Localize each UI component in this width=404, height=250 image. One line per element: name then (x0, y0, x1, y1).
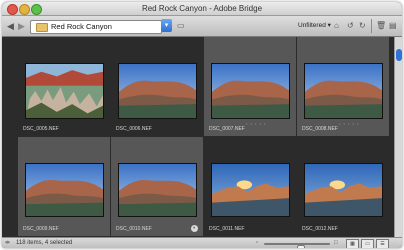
new-folder-icon[interactable]: ▤ (389, 21, 397, 31)
thumbnail-cell[interactable]: DSC_0007.NEF • • • • • (204, 37, 296, 136)
forward-arrow-icon[interactable]: ▶ (18, 21, 25, 31)
thumbnail-larger-icon[interactable]: □ (334, 239, 338, 248)
folder-icon (36, 23, 48, 32)
thumbnail-image[interactable] (211, 163, 290, 217)
thumbnail-cell[interactable]: DSC_0011.NEF (204, 137, 296, 236)
rotate-right-icon[interactable]: ↻ (359, 21, 366, 31)
thumbnail-image[interactable] (25, 63, 104, 119)
thumbnail-image[interactable] (304, 163, 383, 217)
thumbnail-image[interactable] (211, 63, 290, 119)
dropdown-icon: ▾ (164, 22, 169, 29)
thumbnail-filename: DSC_0008.NEF (302, 126, 338, 132)
window-title: Red Rock Canyon - Adobe Bridge (141, 4, 263, 13)
content-panel: DSC_0005.NEF DSC_0006.NEF DSC_0007.NEF • • … (2, 37, 394, 237)
thumbnail-image[interactable] (118, 63, 197, 119)
status-text: 118 items, 4 selected (16, 240, 73, 246)
scrollbar-thumb[interactable] (396, 49, 402, 61)
back-arrow-icon[interactable]: ◀ (7, 21, 14, 31)
thumbnail-smaller-icon[interactable]: ▫ (256, 239, 258, 248)
toolbar-divider (371, 19, 372, 33)
app-window: Red Rock Canyon - Adobe Bridge ◀ ▶ Red R… (2, 2, 402, 248)
recent-folders-icon[interactable]: ▭ (177, 21, 185, 31)
toolbar: ◀ ▶ Red Rock Canyon ▾ ▭ Unfiltered ▾ ⌂ ↺… (2, 16, 402, 37)
grid-view-button[interactable]: ▦ (346, 239, 359, 248)
thumbnail-filename: DSC_0010.NEF (116, 226, 152, 232)
filter-dropdown[interactable]: Unfiltered ▾ (298, 20, 331, 32)
stack-badge-icon[interactable]: ◐ (191, 225, 198, 232)
thumbnail-size-slider[interactable] (264, 243, 330, 248)
thumbnail-cell[interactable]: DSC_0009.NEF (18, 137, 110, 236)
thumbnail-filename: DSC_0011.NEF (209, 226, 245, 232)
thumbnail-filename: DSC_0006.NEF (116, 126, 152, 132)
thumbnail-filename: DSC_0009.NEF (23, 226, 59, 232)
path-field[interactable]: Red Rock Canyon (30, 20, 162, 34)
camera-icon[interactable]: ⌂ (334, 21, 339, 31)
thumbnail-cell[interactable]: DSC_0006.NEF (111, 37, 203, 136)
thumbnail-image[interactable] (118, 163, 197, 217)
thumbnail-filename: DSC_0005.NEF (23, 126, 59, 132)
list-view-button[interactable]: ☰ (376, 239, 389, 248)
panel-toggle-icon[interactable]: ⇹ (5, 239, 10, 248)
rotate-left-icon[interactable]: ↺ (347, 21, 354, 31)
thumbnail-size-slider-knob[interactable] (297, 245, 306, 248)
thumbnail-cell[interactable]: DSC_0008.NEF • • • • • (297, 37, 389, 136)
thumbnail-cell[interactable]: DSC_0012.NEF (297, 137, 389, 236)
thumbnail-image[interactable] (25, 163, 104, 217)
rating-dots[interactable]: • • • • • (339, 121, 359, 126)
title-bar: Red Rock Canyon - Adobe Bridge (2, 2, 402, 16)
thumbnail-filename: DSC_0007.NEF (209, 126, 245, 132)
thumbnail-filename: DSC_0012.NEF (302, 226, 338, 232)
status-bar: ⇹ 118 items, 4 selected ▫ □ ▦ ▭ ☰ (2, 237, 402, 248)
trash-icon[interactable]: 🗑 (376, 21, 386, 31)
thumbnail-cell[interactable]: DSC_0010.NEF ◐ (111, 137, 203, 236)
details-view-button[interactable]: ▭ (361, 239, 374, 248)
thumbnail-image[interactable] (304, 63, 383, 119)
path-label: Red Rock Canyon (51, 22, 112, 31)
rating-dots[interactable]: • • • • • (246, 121, 266, 126)
thumbnail-cell[interactable]: DSC_0005.NEF (18, 37, 110, 136)
vertical-scrollbar[interactable] (394, 37, 402, 237)
path-dropdown-button[interactable]: ▾ (161, 19, 172, 32)
